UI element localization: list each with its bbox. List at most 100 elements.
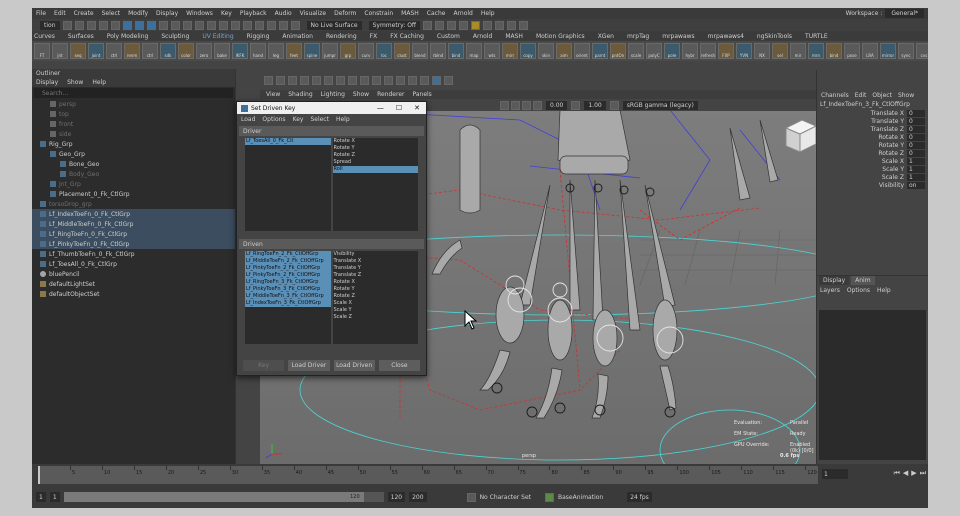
menu-visualize[interactable]: Visualize (300, 10, 326, 17)
shelf-button[interactable]: copy (520, 43, 536, 59)
mask-handles-icon[interactable] (158, 20, 168, 30)
outliner-item[interactable]: Body_Geo (32, 169, 235, 179)
layer-list[interactable] (819, 310, 926, 460)
arnold-render-icon[interactable] (471, 20, 481, 30)
channel-row[interactable]: Scale Y1 (817, 165, 928, 173)
menu-playback[interactable]: Playback (240, 10, 267, 17)
fps-dropdown[interactable]: 24 fps (627, 492, 652, 502)
list-item[interactable]: Scale Z (333, 314, 419, 321)
play-icon[interactable]: ▶ (911, 469, 916, 478)
menu-constrain[interactable]: Constrain (364, 10, 393, 17)
shelf-button[interactable]: clust (394, 43, 410, 59)
character-set-label[interactable]: No Character Set (480, 494, 531, 501)
shelf-tab-rigging[interactable]: Rigging (247, 33, 270, 40)
layer-tab-display[interactable]: Display (819, 276, 850, 285)
channel-value[interactable]: 0 (907, 141, 925, 149)
layer-menu-options[interactable]: Options (847, 287, 870, 294)
outliner-item[interactable]: Geo_Grp (32, 149, 235, 159)
live-surface-field[interactable]: No Live Surface (306, 20, 362, 30)
sdk-titlebar[interactable]: Set Driven Key — ☐ ✕ (237, 102, 426, 114)
shelf-button[interactable]: wts (484, 43, 500, 59)
channel-value[interactable]: 1 (907, 173, 925, 181)
list-item[interactable]: Scale X (333, 300, 419, 307)
go-start-icon[interactable]: ⏮ (894, 469, 900, 478)
outliner-item[interactable]: defaultLightSet (32, 279, 235, 289)
snap-plane-icon[interactable] (278, 20, 288, 30)
sdk-menu-help[interactable]: Help (336, 116, 350, 123)
outliner-item[interactable]: top (32, 109, 235, 119)
shelf-button[interactable]: FXP (718, 43, 734, 59)
list-item[interactable]: Translate X (333, 258, 419, 265)
shelf-button[interactable]: IKFK (232, 43, 248, 59)
shelf-button[interactable]: YVN (736, 43, 752, 59)
channel-row[interactable]: Rotate X0 (817, 133, 928, 141)
shelf-button[interactable]: pose (844, 43, 860, 59)
mask-curves-icon[interactable] (182, 20, 192, 30)
channel-menu-show[interactable]: Show (898, 92, 914, 99)
shelf-button[interactable]: mrn (808, 43, 824, 59)
mask-surfaces-icon[interactable] (194, 20, 204, 30)
channel-value[interactable]: 0 (907, 125, 925, 133)
menu-key[interactable]: Key (221, 10, 232, 17)
channel-row[interactable]: Translate Z0 (817, 125, 928, 133)
list-item[interactable]: Lf_MiddleToeFn_2_Fk_CtlOffGrp (245, 258, 331, 265)
frame-all-icon[interactable] (432, 75, 441, 85)
channel-value[interactable]: 0 (907, 117, 925, 125)
snap-curve-icon[interactable] (254, 20, 264, 30)
list-item[interactable]: Lf_MiddleToeFn_3_Fk_CtlOffGrp (245, 293, 331, 300)
shelf-button[interactable]: mir (790, 43, 806, 59)
tool-settings-toggle-icon[interactable] (507, 20, 517, 30)
viewport-menu-panels[interactable]: Panels (412, 91, 431, 98)
select-component-icon[interactable] (146, 20, 156, 30)
menu-file[interactable]: File (36, 10, 46, 17)
xray-icon[interactable] (420, 75, 429, 85)
outliner-item[interactable]: side (32, 129, 235, 139)
shelf-button[interactable]: renm (124, 43, 140, 59)
list-item[interactable]: Lf_RingToeFn_2_Fk_CtlOffGrp (245, 251, 331, 258)
shelf-button[interactable]: sel (772, 43, 788, 59)
driven-section-header[interactable]: Driven (239, 239, 424, 249)
outliner-item[interactable]: Lf_MiddleToeFn_0_Fk_CtlGrp (32, 219, 235, 229)
paint-select-icon[interactable] (288, 75, 297, 85)
menuset-dropdown[interactable]: tion (40, 20, 60, 30)
channel-row[interactable]: Visibility on (817, 181, 928, 189)
minimize-icon[interactable]: — (377, 104, 384, 112)
shelf-button[interactable]: aim (556, 43, 572, 59)
shelf-button[interactable]: orient (574, 43, 590, 59)
gamma-icon[interactable] (571, 100, 581, 110)
close-icon[interactable]: ✕ (414, 104, 420, 112)
outliner-item[interactable]: Lf_PinkyToeFn_0_Fk_CtlGrp (32, 239, 235, 249)
outliner-item[interactable]: Bone_Geo (32, 159, 235, 169)
exposure-field[interactable]: 0.00 (546, 100, 568, 110)
shelf-button[interactable]: hand (250, 43, 266, 59)
menu-modify[interactable]: Modify (128, 10, 148, 17)
layer-menu-layers[interactable]: Layers (820, 287, 840, 294)
list-item[interactable]: Rotate Y (333, 286, 419, 293)
move-tool-icon[interactable] (300, 75, 309, 85)
mask-dynamics-icon[interactable] (218, 20, 228, 30)
hypershade-icon[interactable] (459, 20, 469, 30)
channel-menu-edit[interactable]: Edit (855, 92, 867, 99)
shelf-tab-mash[interactable]: MASH (505, 33, 523, 40)
shelf-tab-uv-editing[interactable]: UV Editing (202, 33, 233, 40)
curve-tool-icon[interactable] (348, 75, 357, 85)
list-item[interactable]: Rotate X (333, 138, 419, 145)
menu-display[interactable]: Display (156, 10, 178, 17)
bezier-icon[interactable] (372, 75, 381, 85)
scale-tool-icon[interactable] (324, 75, 333, 85)
menu-audio[interactable]: Audio (275, 10, 292, 17)
shelf-button[interactable]: bind (826, 43, 842, 59)
viewport-menu-lighting[interactable]: Lighting (321, 91, 345, 98)
last-tool-icon[interactable] (336, 75, 345, 85)
shelf-button[interactable]: skin (538, 43, 554, 59)
outliner-item[interactable]: defaultObjectSet (32, 289, 235, 299)
outliner-menu-help[interactable]: Help (92, 79, 106, 86)
gamma-field[interactable]: 1.00 (584, 100, 606, 110)
channel-row[interactable]: Scale Z1 (817, 173, 928, 181)
list-item[interactable]: Rotate Y (333, 145, 419, 152)
outliner-search-input[interactable]: Search... (34, 88, 233, 98)
sdk-menu-select[interactable]: Select (310, 116, 329, 123)
menu-arnold[interactable]: Arnold (453, 10, 472, 17)
step-back-icon[interactable]: ◀ (903, 469, 908, 478)
shelf-tab-arnold[interactable]: Arnold (473, 33, 492, 40)
